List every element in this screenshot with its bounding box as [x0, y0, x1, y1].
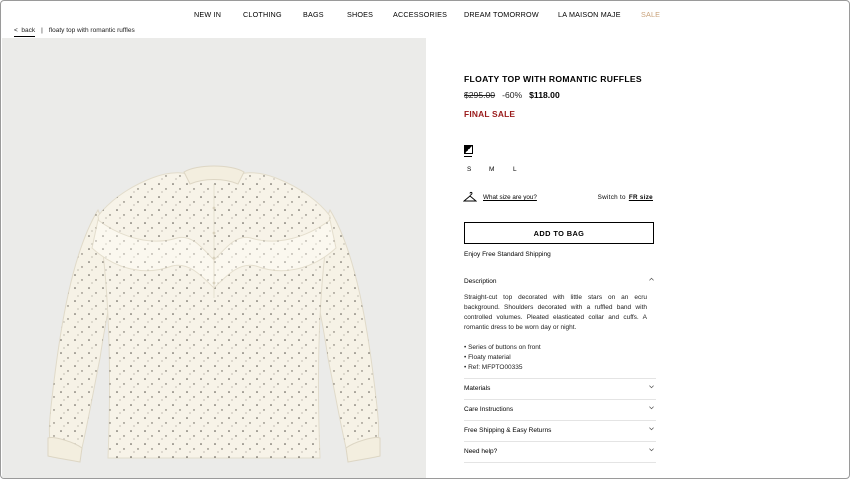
list-item: • Ref: MFPTO00335 — [464, 364, 523, 371]
nav-la-maison-maje[interactable]: LA MAISON MAJE — [558, 10, 621, 19]
size-option-m[interactable]: M — [489, 166, 494, 173]
price-block: $295.00 -60% $118.00 — [464, 90, 560, 100]
main-navigation: NEW IN CLOTHING BAGS SHOES ACCESSORIES D… — [1, 10, 849, 20]
discount-badge: -60% — [502, 90, 523, 100]
accordion-help-label: Need help? — [464, 448, 498, 455]
divider — [464, 462, 656, 463]
breadcrumb: < back | floaty top with romantic ruffles — [14, 27, 135, 37]
nav-accessories[interactable]: ACCESSORIES — [393, 10, 447, 19]
add-to-bag-button[interactable]: ADD TO BAG — [464, 222, 654, 244]
breadcrumb-current: floaty top with romantic ruffles — [48, 27, 135, 34]
page-frame: NEW IN CLOTHING BAGS SHOES ACCESSORIES D… — [0, 0, 850, 479]
product-title: FLOATY TOP WITH ROMANTIC RUFFLES — [464, 74, 642, 84]
size-system-switch: Switch to FR size — [598, 194, 653, 201]
chevron-down-icon — [649, 448, 654, 452]
divider — [464, 378, 656, 379]
list-item: • Floaty material — [464, 354, 511, 361]
color-swatch-icon[interactable] — [464, 145, 473, 154]
accordion-shipping-returns[interactable]: Free Shipping & Easy Returns — [464, 427, 656, 434]
divider — [464, 399, 656, 400]
back-link[interactable]: < back — [14, 27, 36, 37]
back-label: back — [21, 27, 36, 34]
accordion-description-label: Description — [464, 278, 497, 285]
back-arrow-icon: < — [14, 27, 18, 34]
accordion-materials-label: Materials — [464, 385, 491, 392]
shipping-note: Enjoy Free Standard Shipping — [464, 251, 551, 258]
nav-dream-tomorrow[interactable]: DREAM TOMORROW — [464, 10, 539, 19]
switch-to-label: Switch to — [597, 194, 626, 201]
sale-price: $118.00 — [529, 90, 560, 100]
list-item: • Series of buttons on front — [464, 344, 541, 351]
final-sale-label: FINAL SALE — [464, 109, 516, 119]
fr-size-link[interactable]: FR size — [629, 194, 653, 201]
nav-sale[interactable]: SALE — [641, 10, 660, 19]
swatch-selected-underline — [464, 156, 472, 157]
nav-bags[interactable]: BAGS — [303, 10, 324, 19]
divider — [464, 420, 656, 421]
accordion-shipping-label: Free Shipping & Easy Returns — [464, 427, 552, 434]
chevron-down-icon — [649, 406, 654, 410]
accordion-need-help[interactable]: Need help? — [464, 448, 656, 455]
accordion-care-instructions[interactable]: Care Instructions — [464, 406, 656, 413]
accordion-care-label: Care Instructions — [464, 406, 514, 413]
chevron-down-icon — [649, 427, 654, 431]
size-option-s[interactable]: S — [467, 166, 471, 173]
divider — [464, 441, 656, 442]
blouse-photo — [47, 165, 381, 463]
nav-new-in[interactable]: NEW IN — [194, 10, 221, 19]
description-text: Straight-cut top decorated with little s… — [464, 294, 647, 331]
old-price: $295.00 — [464, 90, 496, 100]
nav-shoes[interactable]: SHOES — [347, 10, 373, 19]
nav-clothing[interactable]: CLOTHING — [243, 10, 282, 19]
accordion-materials[interactable]: Materials — [464, 385, 656, 392]
size-guide-link[interactable]: What size are you? — [483, 194, 537, 201]
accordion-description[interactable]: Description — [464, 277, 656, 285]
product-image[interactable] — [2, 38, 426, 478]
breadcrumb-separator: | — [41, 27, 43, 34]
description-bullets: • Series of buttons on front • Floaty ma… — [464, 343, 541, 373]
chevron-down-icon — [649, 385, 654, 389]
hanger-icon — [463, 191, 477, 202]
chevron-up-icon — [649, 277, 654, 281]
size-option-l[interactable]: L — [513, 166, 517, 173]
